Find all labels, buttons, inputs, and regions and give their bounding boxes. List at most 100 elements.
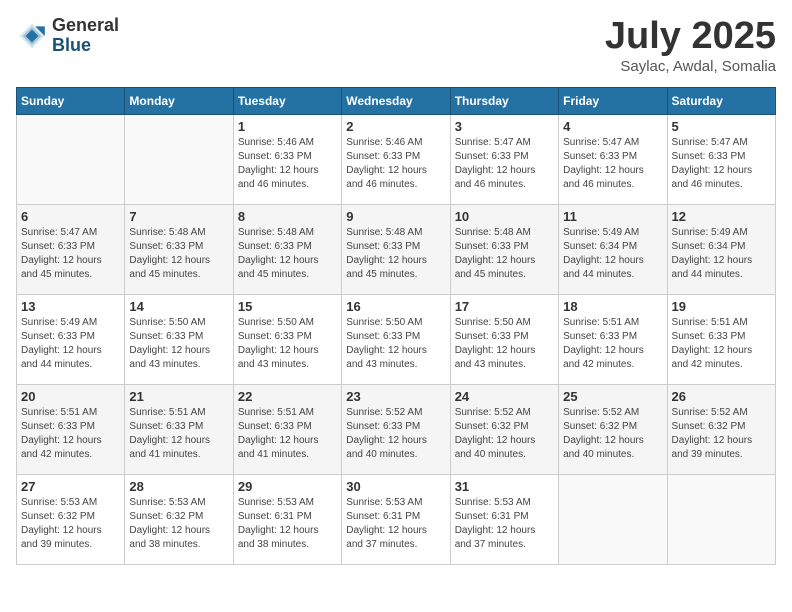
calendar-cell: 8 Sunrise: 5:48 AM Sunset: 6:33 PM Daylig… [233, 204, 341, 294]
day-detail: Sunrise: 5:52 AM Sunset: 6:32 PM Dayligh… [672, 406, 771, 462]
day-number: 22 [238, 389, 337, 404]
col-friday: Friday [559, 87, 667, 114]
logo-icon [16, 20, 48, 52]
calendar-week-1: 1 Sunrise: 5:46 AM Sunset: 6:33 PM Daylig… [17, 114, 776, 204]
day-number: 17 [455, 299, 554, 314]
calendar-week-2: 6Sunrise: 5:47 AM Sunset: 6:33 PM Daylig… [17, 204, 776, 294]
day-detail: Sunrise: 5:53 AM Sunset: 6:32 PM Dayligh… [129, 496, 228, 552]
day-number: 26 [672, 389, 771, 404]
day-detail: Sunrise: 5:53 AM Sunset: 6:31 PM Dayligh… [346, 496, 445, 552]
day-number: 4 [563, 119, 662, 134]
col-wednesday: Wednesday [342, 87, 450, 114]
location: Saylac, Awdal, Somalia [605, 58, 776, 75]
calendar-cell: 31Sunrise: 5:53 AM Sunset: 6:31 PM Dayli… [450, 474, 558, 564]
day-detail: Sunrise: 5:51 AM Sunset: 6:33 PM Dayligh… [21, 406, 120, 462]
day-number: 28 [129, 479, 228, 494]
day-detail: Sunrise: 5:48 AM Sunset: 6:33 PM Dayligh… [346, 226, 445, 282]
day-detail: Sunrise: 5:52 AM Sunset: 6:32 PM Dayligh… [455, 406, 554, 462]
calendar-cell: 13 Sunrise: 5:49 AM Sunset: 6:33 PM Dayli… [17, 294, 125, 384]
day-detail: Sunrise: 5:46 AM Sunset: 6:33 PM Dayligh… [238, 136, 337, 192]
day-number: 8 [238, 209, 337, 224]
calendar-cell: 9 Sunrise: 5:48 AM Sunset: 6:33 PM Daylig… [342, 204, 450, 294]
day-number: 1 [238, 119, 337, 134]
calendar-week-5: 27 Sunrise: 5:53 AM Sunset: 6:32 PM Dayli… [17, 474, 776, 564]
day-detail: Sunrise: 5:49 AM Sunset: 6:34 PM Dayligh… [672, 226, 771, 282]
day-detail: Sunrise: 5:49 AM Sunset: 6:34 PM Dayligh… [563, 226, 662, 282]
day-number: 24 [455, 389, 554, 404]
calendar-cell: 2 Sunrise: 5:46 AM Sunset: 6:33 PM Daylig… [342, 114, 450, 204]
day-detail: Sunrise: 5:50 AM Sunset: 6:33 PM Dayligh… [455, 316, 554, 372]
calendar-cell: 4 Sunrise: 5:47 AM Sunset: 6:33 PM Daylig… [559, 114, 667, 204]
col-monday: Monday [125, 87, 233, 114]
logo-general: General [52, 16, 119, 36]
calendar-cell [667, 474, 775, 564]
day-detail: Sunrise: 5:47 AM Sunset: 6:33 PM Dayligh… [563, 136, 662, 192]
calendar-cell [559, 474, 667, 564]
calendar-week-4: 20 Sunrise: 5:51 AM Sunset: 6:33 PM Dayli… [17, 384, 776, 474]
day-number: 27 [21, 479, 120, 494]
calendar-cell: 24 Sunrise: 5:52 AM Sunset: 6:32 PM Dayli… [450, 384, 558, 474]
day-number: 9 [346, 209, 445, 224]
col-tuesday: Tuesday [233, 87, 341, 114]
day-number: 29 [238, 479, 337, 494]
calendar-cell [17, 114, 125, 204]
calendar-cell: 11 Sunrise: 5:49 AM Sunset: 6:34 PM Dayli… [559, 204, 667, 294]
day-number: 20 [21, 389, 120, 404]
calendar-body: 1 Sunrise: 5:46 AM Sunset: 6:33 PM Daylig… [17, 114, 776, 564]
calendar-cell: 6Sunrise: 5:47 AM Sunset: 6:33 PM Daylig… [17, 204, 125, 294]
calendar-cell: 5 Sunrise: 5:47 AM Sunset: 6:33 PM Daylig… [667, 114, 775, 204]
calendar-cell: 25 Sunrise: 5:52 AM Sunset: 6:32 PM Dayli… [559, 384, 667, 474]
calendar-cell: 29 Sunrise: 5:53 AM Sunset: 6:31 PM Dayli… [233, 474, 341, 564]
logo-blue: Blue [52, 36, 119, 56]
logo: General Blue [16, 16, 119, 56]
day-number: 13 [21, 299, 120, 314]
calendar-cell: 21 Sunrise: 5:51 AM Sunset: 6:33 PM Dayli… [125, 384, 233, 474]
calendar-cell: 12Sunrise: 5:49 AM Sunset: 6:34 PM Dayli… [667, 204, 775, 294]
page-header: General Blue July 2025 Saylac, Awdal, So… [16, 16, 776, 75]
calendar-cell: 3Sunrise: 5:47 AM Sunset: 6:33 PM Daylig… [450, 114, 558, 204]
day-number: 15 [238, 299, 337, 314]
day-detail: Sunrise: 5:48 AM Sunset: 6:33 PM Dayligh… [238, 226, 337, 282]
calendar-cell: 19Sunrise: 5:51 AM Sunset: 6:33 PM Dayli… [667, 294, 775, 384]
calendar-week-3: 13 Sunrise: 5:49 AM Sunset: 6:33 PM Dayli… [17, 294, 776, 384]
day-number: 25 [563, 389, 662, 404]
day-detail: Sunrise: 5:52 AM Sunset: 6:33 PM Dayligh… [346, 406, 445, 462]
day-number: 10 [455, 209, 554, 224]
logo-text: General Blue [52, 16, 119, 56]
day-detail: Sunrise: 5:51 AM Sunset: 6:33 PM Dayligh… [129, 406, 228, 462]
day-number: 5 [672, 119, 771, 134]
day-number: 21 [129, 389, 228, 404]
day-detail: Sunrise: 5:50 AM Sunset: 6:33 PM Dayligh… [238, 316, 337, 372]
calendar-cell: 7Sunrise: 5:48 AM Sunset: 6:33 PM Daylig… [125, 204, 233, 294]
day-number: 11 [563, 209, 662, 224]
day-detail: Sunrise: 5:47 AM Sunset: 6:33 PM Dayligh… [672, 136, 771, 192]
calendar-cell: 16Sunrise: 5:50 AM Sunset: 6:33 PM Dayli… [342, 294, 450, 384]
day-number: 18 [563, 299, 662, 314]
day-detail: Sunrise: 5:51 AM Sunset: 6:33 PM Dayligh… [238, 406, 337, 462]
calendar-cell [125, 114, 233, 204]
month-title: July 2025 [605, 16, 776, 58]
day-number: 30 [346, 479, 445, 494]
calendar-cell: 26 Sunrise: 5:52 AM Sunset: 6:32 PM Dayli… [667, 384, 775, 474]
day-detail: Sunrise: 5:52 AM Sunset: 6:32 PM Dayligh… [563, 406, 662, 462]
day-detail: Sunrise: 5:48 AM Sunset: 6:33 PM Dayligh… [455, 226, 554, 282]
calendar-cell: 28 Sunrise: 5:53 AM Sunset: 6:32 PM Dayli… [125, 474, 233, 564]
day-number: 6 [21, 209, 120, 224]
day-detail: Sunrise: 5:49 AM Sunset: 6:33 PM Dayligh… [21, 316, 120, 372]
day-detail: Sunrise: 5:53 AM Sunset: 6:32 PM Dayligh… [21, 496, 120, 552]
calendar-cell: 27 Sunrise: 5:53 AM Sunset: 6:32 PM Dayli… [17, 474, 125, 564]
calendar-cell: 15 Sunrise: 5:50 AM Sunset: 6:33 PM Dayli… [233, 294, 341, 384]
day-detail: Sunrise: 5:51 AM Sunset: 6:33 PM Dayligh… [672, 316, 771, 372]
calendar-cell: 1 Sunrise: 5:46 AM Sunset: 6:33 PM Daylig… [233, 114, 341, 204]
col-thursday: Thursday [450, 87, 558, 114]
calendar-table: Sunday Monday Tuesday Wednesday Thursday… [16, 87, 776, 565]
calendar-header: Sunday Monday Tuesday Wednesday Thursday… [17, 87, 776, 114]
header-row: Sunday Monday Tuesday Wednesday Thursday… [17, 87, 776, 114]
day-number: 2 [346, 119, 445, 134]
day-detail: Sunrise: 5:53 AM Sunset: 6:31 PM Dayligh… [238, 496, 337, 552]
day-number: 7 [129, 209, 228, 224]
day-detail: Sunrise: 5:46 AM Sunset: 6:33 PM Dayligh… [346, 136, 445, 192]
day-detail: Sunrise: 5:53 AM Sunset: 6:31 PM Dayligh… [455, 496, 554, 552]
day-number: 14 [129, 299, 228, 314]
day-number: 16 [346, 299, 445, 314]
